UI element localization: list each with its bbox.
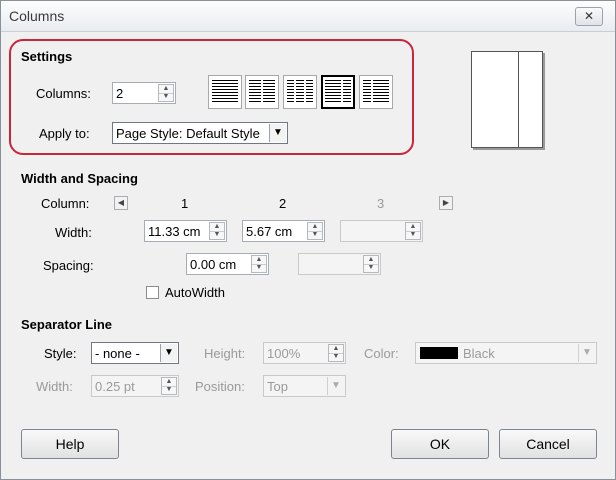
color-swatch — [420, 347, 458, 359]
style-value: - none - — [95, 346, 140, 361]
width-col2-field[interactable]: 5.67 cm ▲ ▼ — [242, 220, 325, 242]
column-preview — [471, 51, 543, 148]
apply-to-dropdown[interactable]: Page Style: Default Style ▼ — [112, 122, 288, 144]
preview-divider — [518, 52, 519, 147]
columns-dialog: Columns ✕ Settings Columns: 2 ▲ ▼ Apply t… — [0, 0, 616, 480]
width-col3-spin: ▲ ▼ — [405, 222, 421, 240]
close-icon[interactable]: ✕ — [575, 7, 603, 26]
position-label: Position: — [195, 379, 245, 394]
height-field: 100% ▲ ▼ — [263, 342, 346, 364]
width-col3-field: ▲ ▼ — [340, 220, 423, 242]
spacing-1-field[interactable]: 0.00 cm ▲ ▼ — [186, 253, 269, 275]
spin-down-icon: ▼ — [165, 386, 173, 393]
spacing-label: Spacing: — [43, 258, 94, 273]
width-col2-value: 5.67 cm — [246, 224, 293, 239]
col-number-2: 2 — [279, 196, 287, 211]
spin-down-icon[interactable]: ▼ — [159, 93, 173, 101]
ok-button[interactable]: OK — [391, 429, 489, 459]
spacing-2-spin: ▲ ▼ — [363, 255, 379, 273]
color-value: Black — [463, 346, 495, 361]
width-col1-field[interactable]: 11.33 cm ▲ ▼ — [144, 220, 227, 242]
chevron-down-icon[interactable]: ▼ — [160, 344, 177, 362]
preset-one-column[interactable] — [208, 75, 242, 109]
columns-spin[interactable]: ▲ ▼ — [158, 84, 174, 102]
apply-to-value: Page Style: Default Style — [116, 126, 260, 141]
preset-right-wide[interactable] — [359, 75, 393, 109]
title-bar: Columns ✕ — [1, 1, 615, 32]
color-label: Color: — [364, 346, 399, 361]
sep-width-spin: ▲ ▼ — [161, 377, 177, 395]
window-title: Columns — [9, 8, 65, 24]
style-dropdown[interactable]: - none - ▼ — [91, 342, 179, 364]
width-col2-spin[interactable]: ▲ ▼ — [307, 222, 323, 240]
settings-header: Settings — [21, 49, 73, 64]
chevron-down-icon: ▼ — [578, 344, 595, 362]
height-value: 100% — [267, 346, 301, 361]
spacing-2-field: ▲ ▼ — [298, 253, 381, 275]
preset-three-columns[interactable] — [283, 75, 317, 109]
col-number-3: 3 — [377, 196, 385, 211]
arrow-right-icon[interactable]: ▶ — [439, 196, 453, 210]
spin-down-icon[interactable]: ▼ — [252, 264, 266, 272]
sep-width-label: Width: — [36, 379, 73, 394]
chevron-down-icon[interactable]: ▼ — [269, 124, 286, 142]
height-label: Height: — [204, 346, 246, 361]
position-dropdown: Top ▼ — [263, 375, 346, 397]
col-number-1: 1 — [181, 196, 189, 211]
autowidth-checkbox[interactable] — [146, 286, 159, 299]
height-spin: ▲ ▼ — [328, 344, 344, 362]
preset-left-wide[interactable] — [321, 75, 355, 109]
columns-value: 2 — [116, 86, 124, 101]
position-value: Top — [267, 379, 288, 394]
width-col1-value: 11.33 cm — [148, 224, 201, 239]
spacing-1-value: 0.00 cm — [190, 257, 237, 272]
width-label: Width: — [55, 225, 92, 240]
columns-label: Columns: — [36, 86, 91, 101]
preset-two-columns[interactable] — [245, 75, 279, 109]
sep-width-value: 0.25 pt — [95, 379, 135, 394]
columns-stepper[interactable]: 2 ▲ ▼ — [112, 82, 176, 104]
help-button[interactable]: Help — [21, 429, 119, 459]
spin-down-icon[interactable]: ▼ — [210, 231, 224, 239]
spin-down-icon: ▼ — [367, 264, 375, 271]
apply-to-label: Apply to: — [39, 126, 90, 141]
spin-down-icon: ▼ — [409, 231, 417, 238]
cancel-button[interactable]: Cancel — [499, 429, 597, 459]
width-spacing-header: Width and Spacing — [21, 171, 138, 186]
column-label: Column: — [41, 196, 90, 211]
color-dropdown: Black ▼ — [415, 342, 597, 364]
autowidth-label: AutoWidth — [165, 285, 225, 300]
spin-down-icon: ▼ — [332, 353, 340, 360]
style-label: Style: — [44, 346, 77, 361]
spin-down-icon[interactable]: ▼ — [308, 231, 322, 239]
width-col1-spin[interactable]: ▲ ▼ — [209, 222, 225, 240]
spacing-1-spin[interactable]: ▲ ▼ — [251, 255, 267, 273]
sep-width-field: 0.25 pt ▲ ▼ — [91, 375, 179, 397]
separator-header: Separator Line — [21, 317, 113, 332]
arrow-left-icon[interactable]: ◀ — [114, 196, 128, 210]
chevron-down-icon: ▼ — [327, 377, 344, 395]
